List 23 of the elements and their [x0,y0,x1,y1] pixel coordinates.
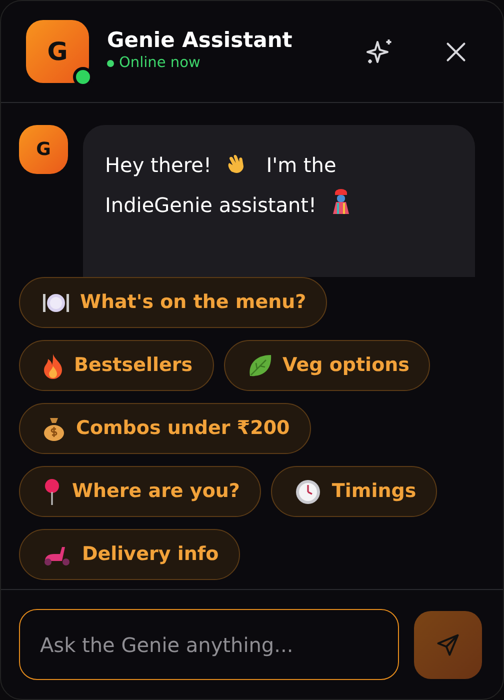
bot-avatar: G [19,125,68,174]
pin-icon [42,478,62,506]
message-text: IndieGenie assistant! [105,193,317,217]
send-icon [435,632,461,658]
message-input[interactable]: Ask the Genie anything... [19,609,399,680]
quick-reply-chip[interactable]: Delivery info [19,529,240,580]
fire-icon [42,352,64,378]
quick-reply-chip[interactable]: What's on the menu? [19,277,328,328]
money-bag-icon [42,416,66,442]
quick-reply-chip[interactable]: Bestsellers [19,340,214,391]
quick-reply-chip[interactable]: Combos under ₹200 [19,403,311,454]
close-icon [445,40,467,62]
bot-avatar: G [26,20,89,83]
quick-reply-chip[interactable]: Veg options [224,340,430,391]
clock-icon [294,478,322,506]
message-text: I'm the [266,153,336,177]
quick-reply-chip[interactable]: Timings [270,466,438,517]
chat-title: Genie Assistant [107,28,294,54]
leaf-icon [246,352,273,378]
message-text: Hey there! [105,153,212,177]
status-text: Online now [107,53,343,75]
quick-reply-chip[interactable]: Where are you? [19,466,261,517]
send-button[interactable] [414,610,482,678]
